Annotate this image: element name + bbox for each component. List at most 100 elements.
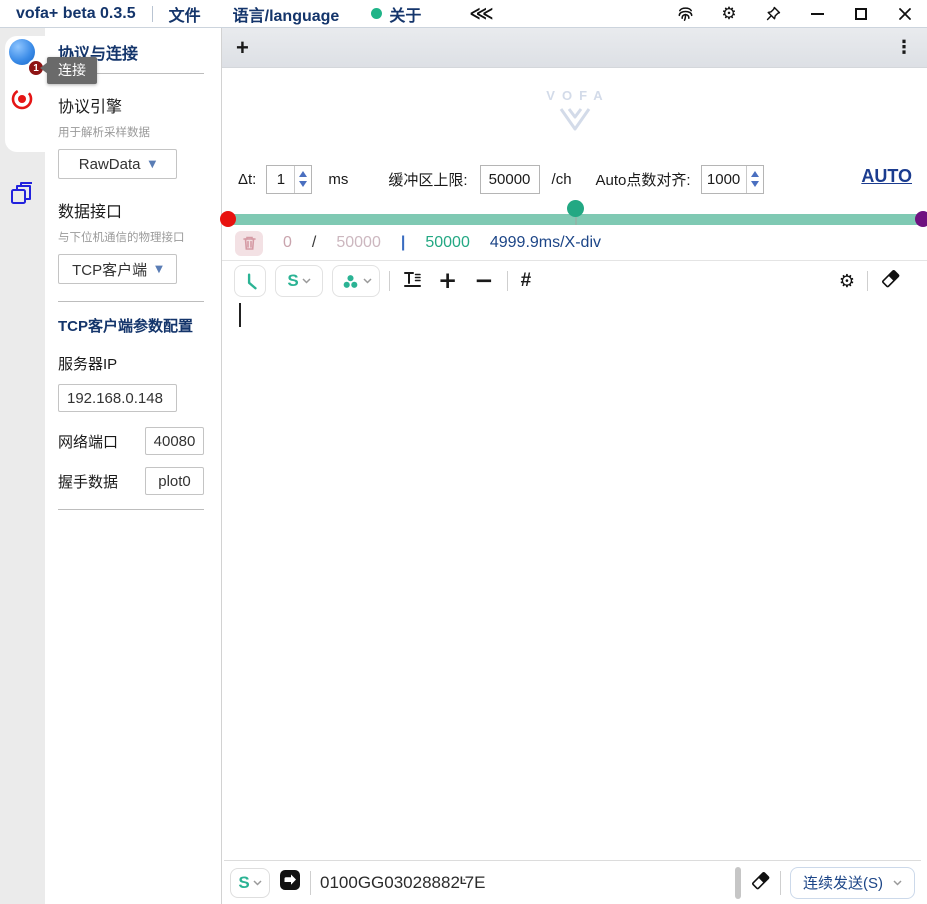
protocol-engine-desc: 用于解析采样数据 (58, 124, 204, 140)
send-button[interactable] (279, 869, 301, 896)
align-spinbox[interactable] (701, 165, 764, 194)
series-s-label: S (287, 271, 298, 291)
spinner-arrows-icon[interactable] (746, 166, 763, 193)
panel-divider (58, 509, 204, 510)
sidebar-rail: 1 (0, 28, 45, 904)
command-input[interactable]: 0100GG03028882Ŀ7E (320, 873, 726, 893)
dt-input[interactable] (267, 166, 294, 193)
port-field[interactable] (145, 427, 204, 455)
menu-about-label: 关于 (389, 2, 421, 26)
text-caret (239, 303, 241, 327)
sendbar-separator (780, 871, 781, 895)
port-label: 网络端口 (58, 431, 118, 452)
send-format-button[interactable]: S (230, 868, 270, 898)
clear-buffer-button[interactable] (235, 231, 263, 256)
collapse-sidebar-icon[interactable]: ⋘ (469, 4, 491, 24)
menu-file[interactable]: 文件 (169, 2, 201, 26)
dt-label: Δt: (238, 171, 256, 188)
tab-overflow-menu-icon[interactable]: ⋮ (895, 37, 913, 58)
sendbar-separator (310, 871, 311, 895)
close-button[interactable] (883, 1, 927, 27)
clear-command-eraser-icon[interactable] (750, 870, 771, 896)
xdiv-scale-value: 4999.9ms/X-div (490, 234, 601, 252)
log-area[interactable] (222, 300, 927, 860)
sampling-controls: Δt: ms 缓冲区上限: /ch Auto点数对齐: (222, 160, 927, 198)
main-area: + ⋮ VOFA Δt: ms (222, 28, 927, 904)
connect-tooltip: 连接 (47, 57, 97, 84)
spinner-arrows-icon[interactable] (294, 166, 311, 193)
app-body: 连接 1 (0, 28, 927, 904)
buffer-status-row: 0 / 50000 | 50000 4999.9ms/X-div (222, 228, 927, 258)
handshake-field[interactable] (145, 467, 204, 495)
buffer-pipe: | (401, 234, 405, 252)
protocol-engine-select[interactable]: RawData ▼ (58, 149, 177, 179)
record-icon[interactable] (8, 85, 36, 113)
grid-hash-button[interactable]: # (517, 270, 536, 292)
text-format-button[interactable] (399, 269, 425, 294)
send-bar: S 0100GG03028882Ŀ7E (224, 860, 921, 904)
slider-position-marker[interactable] (567, 200, 584, 217)
eraser-icon[interactable] (880, 268, 901, 294)
slider-right-handle[interactable] (915, 211, 927, 227)
protocol-engine-title: 协议引擎 (58, 93, 204, 117)
dropdown-arrow-icon: ▼ (149, 159, 157, 170)
zoom-out-button[interactable]: − (470, 270, 497, 293)
tab-bar: + ⋮ (222, 28, 927, 68)
minimize-button[interactable] (795, 1, 839, 27)
dt-spinbox[interactable] (266, 165, 312, 194)
buffer-limit-box[interactable] (480, 165, 540, 194)
chevron-down-icon (363, 278, 372, 284)
menu-about[interactable]: 关于 (371, 2, 421, 26)
window-points-value: 50000 (425, 234, 470, 252)
align-input[interactable] (702, 166, 746, 193)
vofa-watermark: VOFA (222, 88, 927, 132)
zoom-in-button[interactable]: + (434, 270, 461, 293)
data-interface-select[interactable]: TCP客户端 ▼ (58, 254, 177, 284)
status-divider (222, 260, 927, 261)
plot-toolbar: S (222, 262, 927, 300)
continuous-send-label: 连续发送(S) (803, 872, 883, 893)
vofa-window: vofa+ beta 0.3.5 文件 语言/language 关于 ⋘ ⚙ (0, 0, 927, 904)
series-style-button[interactable]: S (275, 265, 323, 297)
add-tab-button[interactable]: + (236, 37, 249, 59)
slider-marker-stem (575, 216, 577, 225)
server-ip-field[interactable] (58, 384, 177, 412)
buffer-slash: / (312, 234, 316, 252)
vofa-logo-icon (557, 106, 593, 132)
slider-left-handle[interactable] (220, 211, 236, 227)
maximize-button[interactable] (839, 1, 883, 27)
panel-divider (58, 301, 204, 302)
continuous-send-button[interactable]: 连续发送(S) (790, 867, 915, 899)
menu-list-icon[interactable] (11, 135, 34, 153)
buffer-capacity-value: 50000 (336, 234, 381, 252)
buffer-limit-label: 缓冲区上限: (388, 169, 467, 190)
pin-icon[interactable] (751, 1, 795, 27)
data-interface-desc: 与下位机通信的物理接口 (58, 229, 204, 245)
chevron-down-icon (893, 880, 902, 886)
buffer-limit-input[interactable] (481, 171, 539, 188)
color-palette-button[interactable] (332, 265, 380, 297)
command-head: 0100GG03028882 (320, 873, 460, 892)
fingerprint-icon[interactable] (663, 1, 707, 27)
data-interface-title: 数据接口 (58, 198, 204, 222)
dots-cluster-icon (341, 272, 360, 291)
auto-align-label: Auto点数对齐: (596, 169, 691, 190)
dt-unit: ms (328, 171, 348, 188)
toolbar-separator (507, 271, 508, 291)
auto-scale-link[interactable]: AUTO (861, 166, 912, 187)
watermark-brand: VOFA (546, 88, 609, 103)
plot-settings-gear-icon[interactable]: ⚙ (839, 271, 855, 292)
chevron-down-icon (253, 880, 262, 886)
sampling-clock-button[interactable] (234, 265, 266, 297)
menu-language[interactable]: 语言/language (233, 2, 340, 26)
tcp-config-title: TCP客户端参数配置 (58, 315, 204, 336)
toolbar-separator (867, 271, 868, 291)
titlebar-icons: ⚙ (663, 1, 927, 27)
windows-layers-icon[interactable] (9, 180, 35, 208)
buffer-unit: /ch (552, 171, 572, 188)
send-history-scrollbar[interactable] (735, 867, 741, 899)
settings-gear-icon[interactable]: ⚙ (707, 1, 751, 27)
buffer-used-value: 0 (283, 234, 292, 252)
handshake-label: 握手数据 (58, 471, 118, 492)
titlebar: vofa+ beta 0.3.5 文件 语言/language 关于 ⋘ ⚙ (0, 0, 927, 28)
